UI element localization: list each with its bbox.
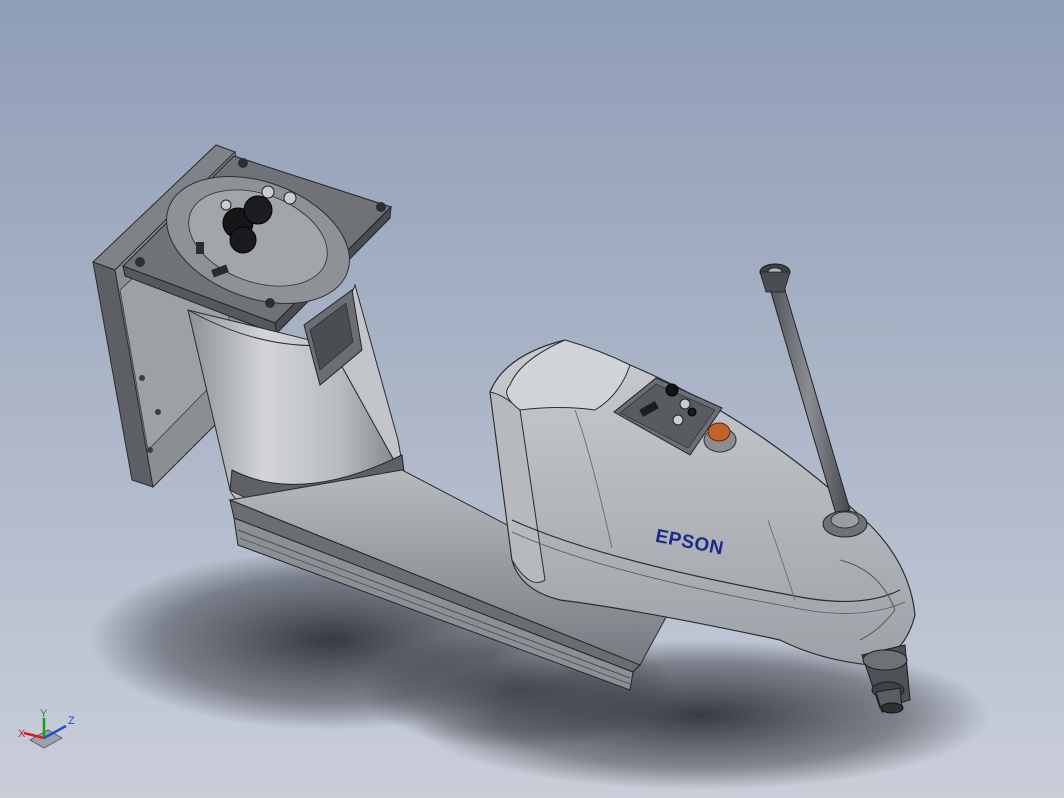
mount-hole <box>139 375 145 381</box>
robot-model-scene[interactable]: EPSON X Y Z <box>0 0 1064 798</box>
user-air-fitting[interactable] <box>679 398 691 410</box>
small-port <box>196 242 204 254</box>
user-cable-connector[interactable] <box>665 383 679 397</box>
coordinate-triad[interactable]: X Y Z <box>18 708 75 749</box>
y-axis-label: Y <box>40 708 48 720</box>
user-port <box>687 407 697 417</box>
bolt-hole <box>265 298 275 308</box>
user-air-fitting[interactable] <box>672 414 684 426</box>
mount-hole <box>155 409 161 415</box>
triad-base-icon <box>29 729 63 749</box>
graphics-viewport[interactable]: EPSON X Y Z <box>0 0 1064 798</box>
z-axis-label: Z <box>68 715 75 727</box>
encoder-cable-connector[interactable] <box>229 226 257 254</box>
signal-cable-connector[interactable] <box>243 195 273 225</box>
bolt-hole <box>238 158 248 168</box>
bolt-hole <box>135 257 145 267</box>
air-fitting[interactable] <box>220 199 232 211</box>
mount-hole <box>147 447 153 453</box>
air-fitting[interactable] <box>261 185 275 199</box>
bolt-hole <box>376 202 386 212</box>
air-fitting[interactable] <box>283 191 297 205</box>
x-axis-label: X <box>18 728 26 740</box>
